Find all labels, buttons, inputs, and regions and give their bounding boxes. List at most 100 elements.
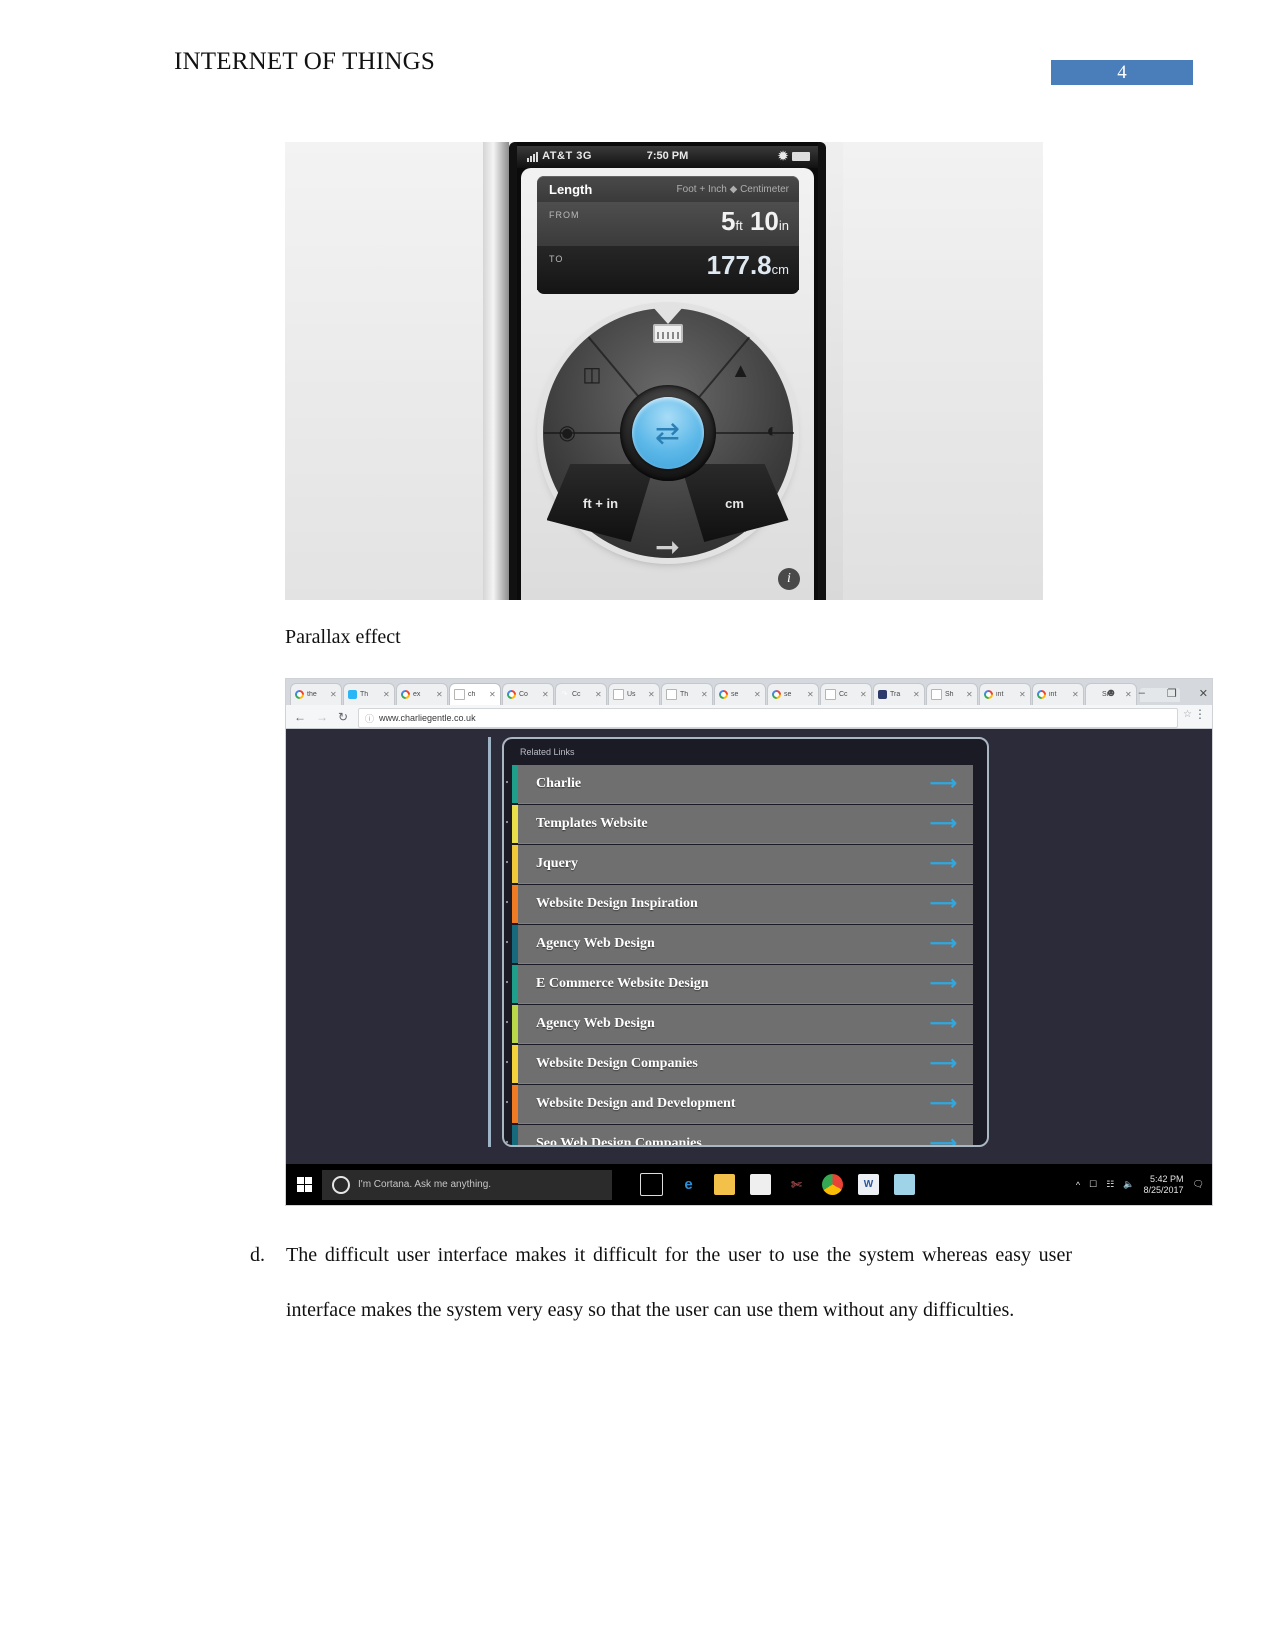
- document-icon: [613, 689, 624, 700]
- browser-tab[interactable]: Co ✕: [502, 683, 554, 705]
- info-circle-icon[interactable]: ⓘ: [365, 712, 374, 725]
- close-icon[interactable]: ✕: [701, 690, 708, 699]
- close-icon[interactable]: ✕: [860, 690, 867, 699]
- arrow-right-icon[interactable]: ⟶: [930, 934, 957, 953]
- word-icon[interactable]: W: [858, 1174, 879, 1195]
- browser-tab[interactable]: int ✕: [1032, 683, 1084, 705]
- temperature-icon[interactable]: ◉: [559, 420, 576, 445]
- cortana-icon: [332, 1175, 350, 1194]
- browser-tab[interactable]: Cc ✕: [820, 683, 872, 705]
- close-icon[interactable]: ✕: [1019, 690, 1026, 699]
- chevron-up-icon[interactable]: ^: [1076, 1180, 1080, 1190]
- notification-icon[interactable]: 🗨: [1193, 1179, 1204, 1190]
- close-button[interactable]: ✕: [1199, 687, 1208, 700]
- arrow-right-icon[interactable]: ⟶: [930, 1094, 957, 1113]
- reload-icon[interactable]: ↻: [338, 710, 348, 724]
- info-button[interactable]: i: [778, 568, 800, 590]
- snipping-tool-icon[interactable]: ✄: [786, 1174, 807, 1195]
- file-explorer-icon[interactable]: [714, 1174, 735, 1195]
- conversion-from-row[interactable]: FROM 5ft 10in: [537, 202, 799, 247]
- close-icon[interactable]: ✕: [595, 690, 602, 699]
- list-item[interactable]: Agency Web Design ⟶: [504, 925, 973, 964]
- body-paragraph: The difficult user interface makes it di…: [286, 1244, 1072, 1321]
- to-number: 177.8: [706, 250, 772, 280]
- arrow-right-icon: ➞: [654, 531, 681, 564]
- related-links-card: Related Links Charlie ⟶ Templates Websit…: [502, 737, 989, 1147]
- list-item[interactable]: Website Design Inspiration ⟶: [504, 885, 973, 924]
- maximize-button[interactable]: ❐: [1167, 687, 1177, 700]
- arrow-right-icon[interactable]: ⟶: [930, 814, 957, 833]
- list-item[interactable]: Website Design and Development ⟶: [504, 1085, 973, 1124]
- browser-tab[interactable]: Us ✕: [608, 683, 660, 705]
- minimize-button[interactable]: –: [1139, 687, 1145, 699]
- arrow-right-icon[interactable]: ⟶: [930, 854, 957, 873]
- browser-tab[interactable]: int ✕: [979, 683, 1031, 705]
- arrow-right-icon[interactable]: ⟶: [930, 894, 957, 913]
- list-item[interactable]: Agency Web Design ⟶: [504, 1005, 973, 1044]
- browser-tab[interactable]: ↷ Cc ✕: [555, 683, 607, 705]
- task-view-icon[interactable]: [640, 1173, 663, 1196]
- list-item[interactable]: Charlie ⟶: [504, 765, 973, 804]
- windows-start-icon[interactable]: [286, 1164, 322, 1205]
- unit-dial[interactable]: ◫ ▲ ◐ ◉ ft + in cm ⇄ ➞: [542, 306, 794, 564]
- close-icon[interactable]: ✕: [1072, 690, 1079, 699]
- forward-arrow-icon[interactable]: →: [316, 710, 328, 724]
- dotted-marker: [504, 941, 510, 943]
- list-item[interactable]: Seo Web Design Companies ⟶: [504, 1125, 973, 1145]
- browser-tab[interactable]: Th ✕: [343, 683, 395, 705]
- close-icon[interactable]: ✕: [807, 690, 814, 699]
- accent-bar: [512, 1045, 518, 1083]
- document-icon: [666, 689, 677, 700]
- conversion-to-row[interactable]: TO 177.8cm: [537, 246, 799, 290]
- arrow-right-icon[interactable]: ⟶: [930, 974, 957, 993]
- taskbar-clock[interactable]: 5:42 PM 8/25/2017: [1144, 1174, 1184, 1196]
- ruler-icon[interactable]: [652, 324, 683, 343]
- close-icon[interactable]: ✕: [330, 690, 337, 699]
- swap-button[interactable]: ⇄: [619, 385, 716, 481]
- store-icon[interactable]: [750, 1174, 771, 1195]
- close-icon[interactable]: ✕: [913, 690, 920, 699]
- browser-tab[interactable]: Sh ✕: [926, 683, 978, 705]
- weight-icon[interactable]: ▲: [731, 360, 751, 383]
- screen-size-icon[interactable]: ◫: [583, 362, 602, 387]
- accent-bar: [512, 1085, 518, 1123]
- volume-icon[interactable]: 🔈: [1123, 1179, 1134, 1190]
- close-icon[interactable]: ✕: [436, 690, 443, 699]
- keyboard-icon[interactable]: ☷: [1106, 1179, 1114, 1190]
- browser-tab[interactable]: Tra ✕: [873, 683, 925, 705]
- arrow-right-icon[interactable]: ⟶: [930, 1134, 957, 1145]
- document-header: INTERNET OF THINGS 4: [0, 48, 1275, 94]
- close-icon[interactable]: ✕: [966, 690, 973, 699]
- list-item[interactable]: Website Design Companies ⟶: [504, 1045, 973, 1084]
- list-item[interactable]: Templates Website ⟶: [504, 805, 973, 844]
- back-arrow-icon[interactable]: ←: [294, 710, 306, 724]
- edge-icon[interactable]: e: [678, 1174, 699, 1195]
- network-icon[interactable]: ☐: [1089, 1179, 1097, 1190]
- browser-tab[interactable]: se ✕: [767, 683, 819, 705]
- close-icon[interactable]: ✕: [754, 690, 761, 699]
- browser-tab[interactable]: ex ✕: [396, 683, 448, 705]
- page-left-rail: [488, 737, 491, 1147]
- close-icon[interactable]: ✕: [542, 690, 549, 699]
- person-icon[interactable]: ☻: [1105, 687, 1117, 699]
- close-icon[interactable]: ✕: [648, 690, 655, 699]
- browser-tab-active[interactable]: ch ✕: [449, 683, 501, 705]
- volume-icon[interactable]: ◐: [766, 420, 778, 443]
- phone-body: AT&T 3G 7:50 PM ✹ Length Foot + Inch ◆ C…: [509, 142, 826, 600]
- browser-tab[interactable]: se ✕: [714, 683, 766, 705]
- kebab-menu-icon[interactable]: ⋮: [1194, 707, 1206, 721]
- list-item[interactable]: Jquery ⟶: [504, 845, 973, 884]
- browser-tab[interactable]: Th ✕: [661, 683, 713, 705]
- arrow-right-icon[interactable]: ⟶: [930, 1054, 957, 1073]
- app-icon[interactable]: [894, 1174, 915, 1195]
- star-icon[interactable]: ☆: [1183, 709, 1192, 720]
- close-icon[interactable]: ✕: [489, 690, 496, 699]
- address-bar[interactable]: ⓘ www.charliegentle.co.uk: [358, 708, 1178, 728]
- cortana-search-box[interactable]: I'm Cortana. Ask me anything.: [322, 1169, 612, 1200]
- browser-tab[interactable]: the ✕: [290, 683, 342, 705]
- chrome-icon[interactable]: [822, 1174, 843, 1195]
- arrow-right-icon[interactable]: ⟶: [930, 774, 957, 793]
- arrow-right-icon[interactable]: ⟶: [930, 1014, 957, 1033]
- list-item[interactable]: E Commerce Website Design ⟶: [504, 965, 973, 1004]
- close-icon[interactable]: ✕: [383, 690, 390, 699]
